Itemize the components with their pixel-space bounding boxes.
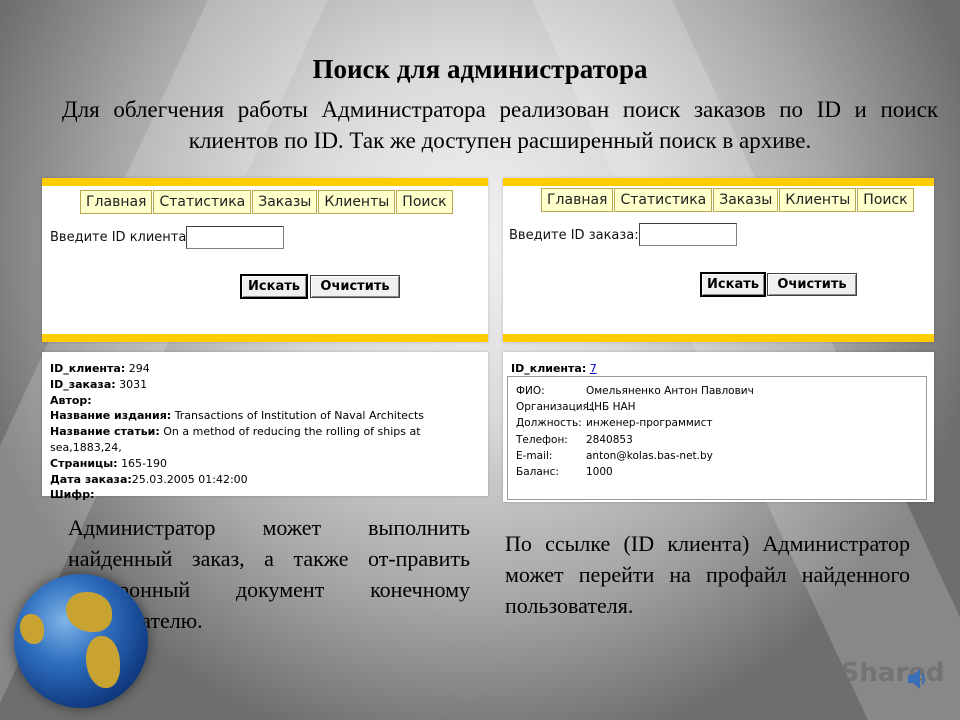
client-id-link[interactable]: 7 xyxy=(590,362,597,375)
edition-value: Transactions of Institution of Naval Arc… xyxy=(174,409,425,423)
order-id-input[interactable] xyxy=(639,223,737,246)
tab-1[interactable]: Статистика xyxy=(153,190,252,214)
globe-land xyxy=(66,592,112,632)
nav-tabs: Главная Статистика Заказы Клиенты Поиск xyxy=(541,188,915,212)
client-id-line: ID_клиента: 7 xyxy=(511,361,597,377)
order-id-value: 3031 xyxy=(119,377,148,391)
client-detail-row: Должность: инженер-программист xyxy=(508,417,926,433)
date-value: 25.03.2005 01:42:00 xyxy=(131,472,248,486)
client-id-input[interactable] xyxy=(186,226,284,249)
client-detail-row: Телефон: 2840853 xyxy=(508,434,926,450)
tab-4[interactable]: Поиск xyxy=(857,188,914,212)
client-detail-row: Баланс: 1000 xyxy=(508,466,926,482)
globe-land xyxy=(86,636,120,688)
clear-button[interactable]: Очистить xyxy=(310,275,400,298)
detail-label: Баланс: xyxy=(516,465,559,478)
order-id-label: Введите ID заказа: xyxy=(509,228,639,243)
tab-3[interactable]: Клиенты xyxy=(318,190,396,214)
panel-bottom-bar xyxy=(42,334,488,342)
speaker-icon[interactable] xyxy=(906,666,928,692)
slide-title: Поиск для администратора xyxy=(312,54,648,84)
clear-button[interactable]: Очистить xyxy=(767,273,857,296)
client-detail-row: Организация: ЦНБ НАН xyxy=(508,401,926,417)
search-button[interactable]: Искать xyxy=(240,274,308,299)
field-label: Название издания: xyxy=(50,409,172,423)
nav-tabs: Главная Статистика Заказы Клиенты Поиск xyxy=(80,190,454,214)
tab-3[interactable]: Клиенты xyxy=(779,188,857,212)
record-row: Шифр: xyxy=(50,487,488,503)
field-label: Название статьи: xyxy=(50,425,160,439)
pages-value: 165-190 xyxy=(121,456,168,470)
detail-label: E-mail: xyxy=(516,449,553,462)
field-label: ID_клиента: xyxy=(511,362,587,375)
client-id-value: 294 xyxy=(128,362,150,375)
tab-4[interactable]: Поиск xyxy=(396,190,453,214)
record-row: Страницы: 165-190 xyxy=(50,456,488,472)
order-record: ID_клиента: 294 ID_заказа: 3031 Автор: Н… xyxy=(50,361,488,503)
globe-land xyxy=(20,614,44,644)
client-result-panel: ID_клиента: 7 ФИО: Омельяненко Антон Павл… xyxy=(503,352,934,502)
detail-value: 1000 xyxy=(586,465,613,478)
record-row: Дата заказа:25.03.2005 01:42:00 xyxy=(50,472,488,488)
detail-value: 2840853 xyxy=(586,433,633,446)
detail-label: Организация: xyxy=(516,401,593,414)
panel-top-bar xyxy=(503,178,934,186)
panel-bottom-bar xyxy=(503,334,934,342)
record-row: Автор: xyxy=(50,393,488,409)
detail-value: инженер-программист xyxy=(586,417,713,430)
detail-value: anton@kolas.bas-net.by xyxy=(586,449,713,462)
client-id-label: Введите ID клиента: xyxy=(50,230,191,245)
slide-subtitle: Для облегчения работы Администратора реа… xyxy=(62,97,938,153)
client-search-panel: Главная Статистика Заказы Клиенты Поиск Введ… xyxy=(42,178,488,342)
field-label: ID_заказа: xyxy=(50,377,116,391)
field-label: Автор: xyxy=(50,393,92,407)
detail-label: Должность: xyxy=(516,417,582,430)
globe-image xyxy=(14,574,148,708)
panel-top-bar xyxy=(42,178,488,186)
field-label: Дата заказа: xyxy=(50,472,132,486)
detail-value: ЦНБ НАН xyxy=(586,401,636,414)
search-button[interactable]: Искать xyxy=(700,272,766,297)
field-label: ID_клиента: xyxy=(50,362,126,375)
detail-label: ФИО: xyxy=(516,385,545,397)
tab-1[interactable]: Статистика xyxy=(614,188,713,212)
tab-2[interactable]: Заказы xyxy=(713,188,779,212)
tab-0[interactable]: Главная xyxy=(541,188,614,212)
detail-value: Омельяненко Антон Павлович xyxy=(586,385,754,397)
order-result-panel: ID_клиента: 294 ID_заказа: 3031 Автор: Н… xyxy=(42,352,488,501)
tab-2[interactable]: Заказы xyxy=(252,190,318,214)
detail-label: Телефон: xyxy=(516,433,568,446)
right-description: По ссылке (ID клиента) Администратор мож… xyxy=(505,531,910,618)
client-detail-row: ФИО: Омельяненко Антон Павлович xyxy=(508,385,926,401)
record-row: ID_заказа: 3031 xyxy=(50,377,488,393)
client-details-box: ФИО: Омельяненко Антон Павлович Организаци… xyxy=(507,376,927,500)
tab-0[interactable]: Главная xyxy=(80,190,153,214)
order-search-panel: Главная Статистика Заказы Клиенты Поиск Введ… xyxy=(503,178,934,342)
field-label: Страницы: xyxy=(50,456,118,470)
record-row: ID_клиента: 294 xyxy=(50,361,488,377)
record-row: Название издания: Transactions of Instit… xyxy=(50,408,488,424)
field-label: Шифр: xyxy=(50,488,95,502)
client-detail-row: E-mail: anton@kolas.bas-net.by xyxy=(508,450,926,466)
record-row: Название статьи: On a method of reducing… xyxy=(50,424,488,456)
